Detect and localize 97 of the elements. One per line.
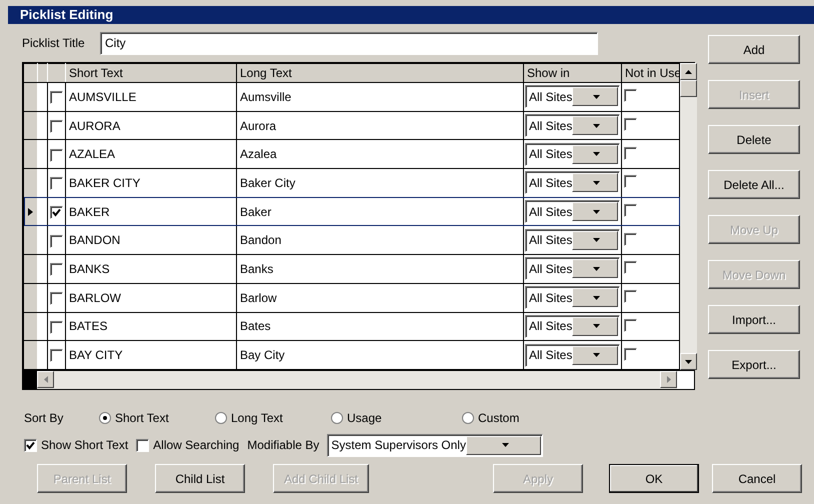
table-cell[interactable] <box>622 82 680 112</box>
table-cell: Bandon <box>236 226 524 255</box>
dialog-button[interactable]: Cancel <box>712 464 802 493</box>
checkbox[interactable] <box>50 349 63 362</box>
table-cell: Aumsville <box>236 82 524 112</box>
sort-radio[interactable]: Usage <box>331 409 462 427</box>
checkbox[interactable] <box>50 91 63 104</box>
table-cell: AZALEA <box>66 140 236 169</box>
table-cell[interactable] <box>622 283 680 312</box>
title-field[interactable]: City <box>100 32 598 54</box>
row-header[interactable] <box>24 140 38 169</box>
option-checkbox[interactable]: Allow Searching <box>136 436 240 454</box>
side-button[interactable]: Add <box>708 35 800 64</box>
side-button[interactable]: Import... <box>708 305 800 334</box>
dropdown-arrow-icon[interactable] <box>593 324 600 328</box>
row-header[interactable] <box>24 111 38 140</box>
dropdown-arrow-icon[interactable] <box>593 210 600 214</box>
table-cell: BANDON <box>66 226 236 255</box>
table-cell <box>38 140 48 169</box>
table-cell <box>38 82 48 112</box>
modifiable-by-dropdown[interactable]: System Supervisors Only <box>327 434 544 456</box>
checkbox[interactable] <box>50 148 63 162</box>
table-cell[interactable] <box>48 82 66 112</box>
table-cell[interactable] <box>48 254 66 284</box>
row-header[interactable] <box>24 340 38 370</box>
dialog-button[interactable]: Child List <box>155 464 245 493</box>
table-cell <box>38 283 48 312</box>
dropdown-arrow-icon[interactable] <box>593 124 600 128</box>
column-header: Long Text <box>236 64 524 82</box>
field-label: Picklist Title <box>22 35 86 52</box>
window-title: Picklist Editing <box>8 6 814 24</box>
table-cell: Bates <box>236 312 524 341</box>
dropdown-arrow-icon[interactable] <box>502 443 509 447</box>
column-header: Short Text <box>66 64 236 82</box>
checkbox[interactable] <box>50 120 63 133</box>
checkbox[interactable] <box>50 292 63 305</box>
table-cell: BANKS <box>66 254 236 284</box>
dropdown-arrow-icon[interactable] <box>593 180 600 185</box>
dropdown-arrow-icon[interactable] <box>593 238 600 242</box>
table-cell <box>38 312 48 341</box>
table-cell[interactable] <box>622 254 680 284</box>
table-cell <box>38 111 48 140</box>
table-cell: Barlow <box>236 283 524 312</box>
table-cell: AURORA <box>66 111 236 140</box>
checkbox[interactable] <box>50 320 63 334</box>
field-label: Modifiable By <box>247 437 320 454</box>
checkbox[interactable] <box>50 263 63 276</box>
table-cell[interactable] <box>48 283 66 312</box>
side-button[interactable]: Export... <box>708 350 800 379</box>
table-cell[interactable] <box>622 226 680 255</box>
table-cell[interactable] <box>622 111 680 140</box>
sort-radio[interactable]: Long Text <box>215 409 331 427</box>
side-button[interactable]: Delete <box>708 125 800 154</box>
dropdown-arrow-icon[interactable] <box>593 152 600 156</box>
dropdown-arrow-icon[interactable] <box>593 296 600 300</box>
row-header[interactable] <box>24 226 38 255</box>
table-cell[interactable] <box>48 111 66 140</box>
table-cell <box>38 226 48 255</box>
table-cell: Azalea <box>236 140 524 169</box>
checkbox[interactable] <box>50 177 63 190</box>
table-cell[interactable] <box>622 168 680 198</box>
table-cell: BARLOW <box>66 283 236 312</box>
table-cell[interactable] <box>48 168 66 198</box>
scroll-down-button[interactable] <box>680 353 697 370</box>
table-cell <box>38 254 48 284</box>
checkbox[interactable] <box>50 234 63 248</box>
row-header[interactable] <box>24 254 38 284</box>
scroll-right-button[interactable] <box>660 371 677 388</box>
table-cell: AUMSVILLE <box>66 82 236 112</box>
row-header[interactable] <box>24 82 38 112</box>
table-cell[interactable] <box>48 226 66 255</box>
row-header[interactable] <box>24 283 38 312</box>
row-header[interactable] <box>24 197 38 226</box>
dropdown-arrow-icon[interactable] <box>593 353 600 358</box>
table-cell: Aurora <box>236 111 524 140</box>
table-cell[interactable] <box>48 340 66 370</box>
table-cell[interactable] <box>622 140 680 169</box>
column-header: Show in <box>524 64 622 82</box>
row-header[interactable] <box>24 168 38 198</box>
option-checkbox[interactable]: Show Short Text <box>24 436 128 454</box>
table-cell[interactable] <box>622 312 680 341</box>
dropdown-arrow-icon[interactable] <box>593 94 600 99</box>
scroll-up-button[interactable] <box>680 63 697 80</box>
table-cell: BATES <box>66 312 236 341</box>
table-cell[interactable] <box>48 312 66 341</box>
dropdown-arrow-icon[interactable] <box>593 266 600 271</box>
side-button[interactable]: Delete All... <box>708 170 800 199</box>
sort-radio[interactable]: Custom <box>462 409 562 427</box>
scroll-left-button[interactable] <box>37 371 54 388</box>
scroll-thumb[interactable] <box>680 80 697 97</box>
row-header[interactable] <box>24 312 38 341</box>
sort-label: Sort By <box>24 410 64 427</box>
dialog-button[interactable]: OK <box>609 464 699 493</box>
table-cell[interactable] <box>48 197 66 226</box>
table-cell[interactable] <box>48 140 66 169</box>
table-cell: Banks <box>236 254 524 284</box>
sort-radio[interactable]: Short Text <box>99 409 215 427</box>
